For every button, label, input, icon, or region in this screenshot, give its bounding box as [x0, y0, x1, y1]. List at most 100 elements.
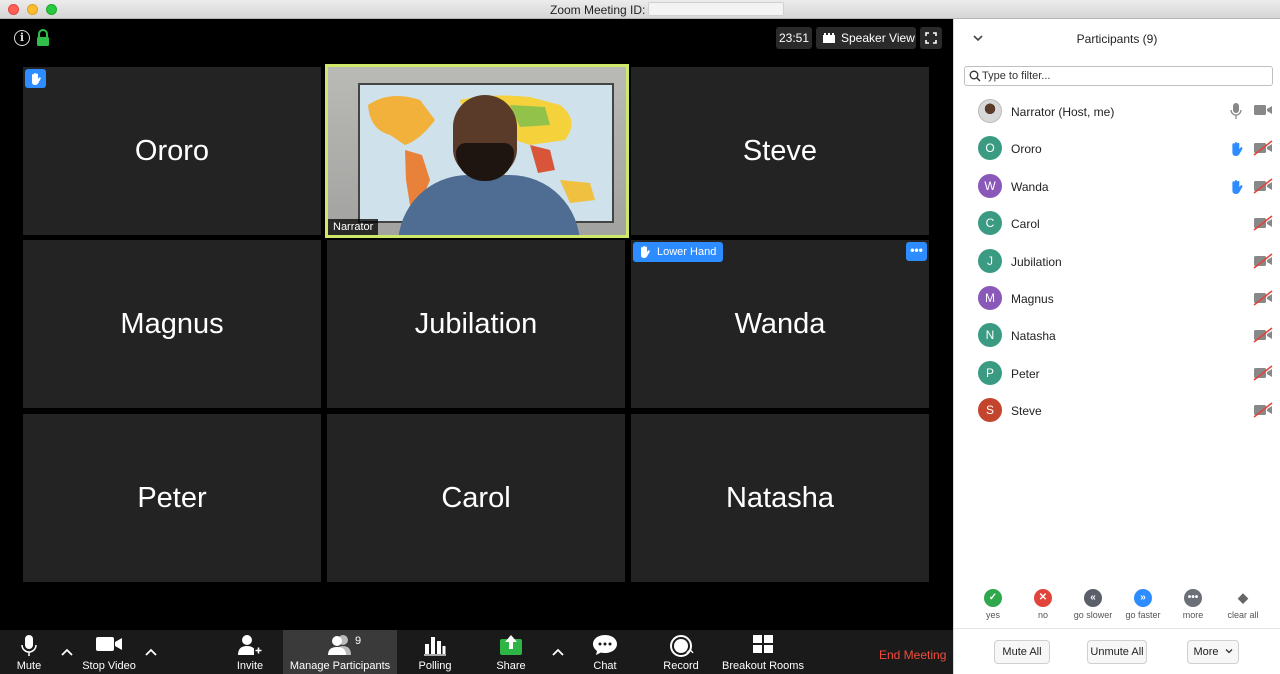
video-tile-wanda[interactable]: Wanda Lower Hand •••: [631, 240, 929, 408]
lower-hand-button[interactable]: Lower Hand: [633, 242, 724, 262]
lower-hand-label: Lower Hand: [657, 246, 717, 258]
chat-button[interactable]: Chat: [585, 630, 625, 674]
unmute-all-button[interactable]: Unmute All: [1087, 640, 1147, 664]
end-meeting-button[interactable]: End Meeting: [879, 648, 946, 662]
record-label: Record: [663, 660, 699, 672]
participant-row[interactable]: S Steve: [954, 392, 1280, 429]
narrator-video-feed: [328, 67, 626, 235]
avatar: J: [978, 248, 1002, 273]
bar-chart-icon: [424, 637, 446, 656]
reaction-label: go slower: [1073, 610, 1113, 620]
participant-video-status: [1253, 402, 1273, 423]
reaction-label: no: [1037, 610, 1048, 620]
speaker-view-button[interactable]: Speaker View: [816, 27, 916, 49]
participant-row[interactable]: Narrator (Host, me): [954, 93, 1280, 130]
tile-name: Natasha: [725, 481, 834, 514]
more-options-button[interactable]: More: [1187, 640, 1239, 664]
reaction-label: clear all: [1227, 610, 1259, 620]
avatar: S: [978, 398, 1002, 423]
reaction-yes[interactable]: ✓ yes: [968, 587, 1018, 620]
reaction-go-slower[interactable]: « go slower: [1068, 587, 1118, 620]
tile-name: Steve: [742, 134, 818, 167]
invite-label: Invite: [236, 660, 264, 672]
participant-filter-input[interactable]: Type to filter...: [964, 66, 1273, 86]
zoom-window-button[interactable]: [46, 4, 57, 15]
breakout-rooms-label: Breakout Rooms: [722, 660, 804, 672]
participant-row[interactable]: N Natasha: [954, 317, 1280, 354]
video-off-icon: [1253, 140, 1273, 157]
record-button[interactable]: Record: [659, 630, 703, 674]
participant-name: Carol: [1011, 217, 1040, 232]
participant-video-status: [1253, 252, 1273, 274]
reaction-label: yes: [985, 610, 1000, 620]
participant-row[interactable]: O Ororo: [954, 130, 1280, 167]
participant-name: Ororo: [1011, 142, 1042, 157]
video-camera-icon: [96, 637, 122, 651]
video-off-icon: [1253, 178, 1273, 194]
video-tile-ororo[interactable]: Ororo: [23, 67, 321, 235]
reaction-label: more: [1182, 610, 1204, 620]
reaction-clear-all[interactable]: ◆ clear all: [1218, 587, 1268, 620]
participant-row[interactable]: W Wanda: [954, 168, 1280, 205]
minimize-window-button[interactable]: [27, 4, 38, 15]
close-window-button[interactable]: [8, 4, 19, 15]
participant-video-status: [1253, 178, 1273, 199]
tile-name-label: Narrator: [328, 219, 379, 235]
participant-name: Jubilation: [1011, 254, 1062, 269]
audio-options-chevron-up-icon[interactable]: [59, 644, 75, 660]
video-tile-narrator[interactable]: Narrator: [325, 64, 629, 238]
participant-row[interactable]: P Peter: [954, 355, 1280, 392]
fullscreen-icon: [925, 32, 937, 44]
video-tile-peter[interactable]: Peter: [23, 414, 321, 582]
participant-raised-hand: [1230, 179, 1244, 199]
breakout-rooms-button[interactable]: Breakout Rooms: [720, 630, 806, 674]
avatar: W: [978, 173, 1002, 198]
tile-more-options-button[interactable]: •••: [906, 242, 927, 261]
stop-video-button[interactable]: Stop Video: [78, 630, 140, 674]
participant-row[interactable]: M Magnus: [954, 280, 1280, 317]
share-options-chevron-up-icon[interactable]: [550, 644, 566, 660]
participant-video-status: [1253, 215, 1273, 236]
lock-icon[interactable]: [36, 29, 50, 47]
chat-label: Chat: [593, 660, 617, 672]
video-off-icon: [1253, 365, 1273, 381]
video-tile-magnus[interactable]: Magnus: [23, 240, 321, 408]
microphone-icon: [1230, 103, 1242, 119]
participant-video-status: [1253, 365, 1273, 386]
polling-button[interactable]: Polling: [415, 630, 455, 674]
video-tile-carol[interactable]: Carol: [327, 414, 625, 582]
avatar: M: [978, 286, 1002, 310]
window-title: Zoom Meeting ID:: [550, 3, 646, 17]
video-options-chevron-up-icon[interactable]: [143, 644, 159, 660]
fullscreen-button[interactable]: [920, 27, 942, 49]
mute-all-button[interactable]: Mute All: [994, 640, 1050, 664]
video-off-icon: [1253, 290, 1273, 306]
panel-divider: [954, 628, 1280, 629]
record-options-chevron-up-icon[interactable]: [685, 646, 695, 656]
search-icon: [969, 70, 981, 82]
meeting-toolbar: Mute Stop Video Invite 9 Manage Particip…: [0, 630, 953, 674]
invite-button[interactable]: Invite: [230, 630, 270, 674]
reaction-icon: ✓: [984, 589, 1002, 607]
participant-row[interactable]: C Carol: [954, 205, 1280, 242]
reaction-no[interactable]: ✕ no: [1018, 587, 1068, 620]
reaction-icon: ✕: [1034, 589, 1052, 607]
participant-row[interactable]: J Jubilation: [954, 243, 1280, 280]
title-bar: Zoom Meeting ID:: [0, 0, 1280, 19]
microphone-icon: [21, 635, 37, 656]
share-screen-button[interactable]: Share: [491, 630, 531, 674]
participants-icon: [328, 635, 351, 655]
mute-button[interactable]: Mute: [8, 630, 50, 674]
video-tile-steve[interactable]: Steve: [631, 67, 929, 235]
manage-participants-button[interactable]: 9 Manage Participants: [283, 630, 397, 674]
video-off-icon: [1253, 327, 1273, 344]
raised-hand-icon: [641, 246, 650, 258]
avatar: N: [978, 323, 1002, 348]
reaction-more[interactable]: ••• more: [1168, 587, 1218, 620]
reaction-go-faster[interactable]: » go faster: [1118, 587, 1168, 620]
video-tile-jubilation[interactable]: Jubilation: [327, 240, 625, 408]
more-label: More: [1193, 646, 1219, 658]
raised-hand-badge: [25, 69, 46, 88]
video-tile-natasha[interactable]: Natasha: [631, 414, 929, 582]
info-icon[interactable]: i: [14, 30, 30, 46]
